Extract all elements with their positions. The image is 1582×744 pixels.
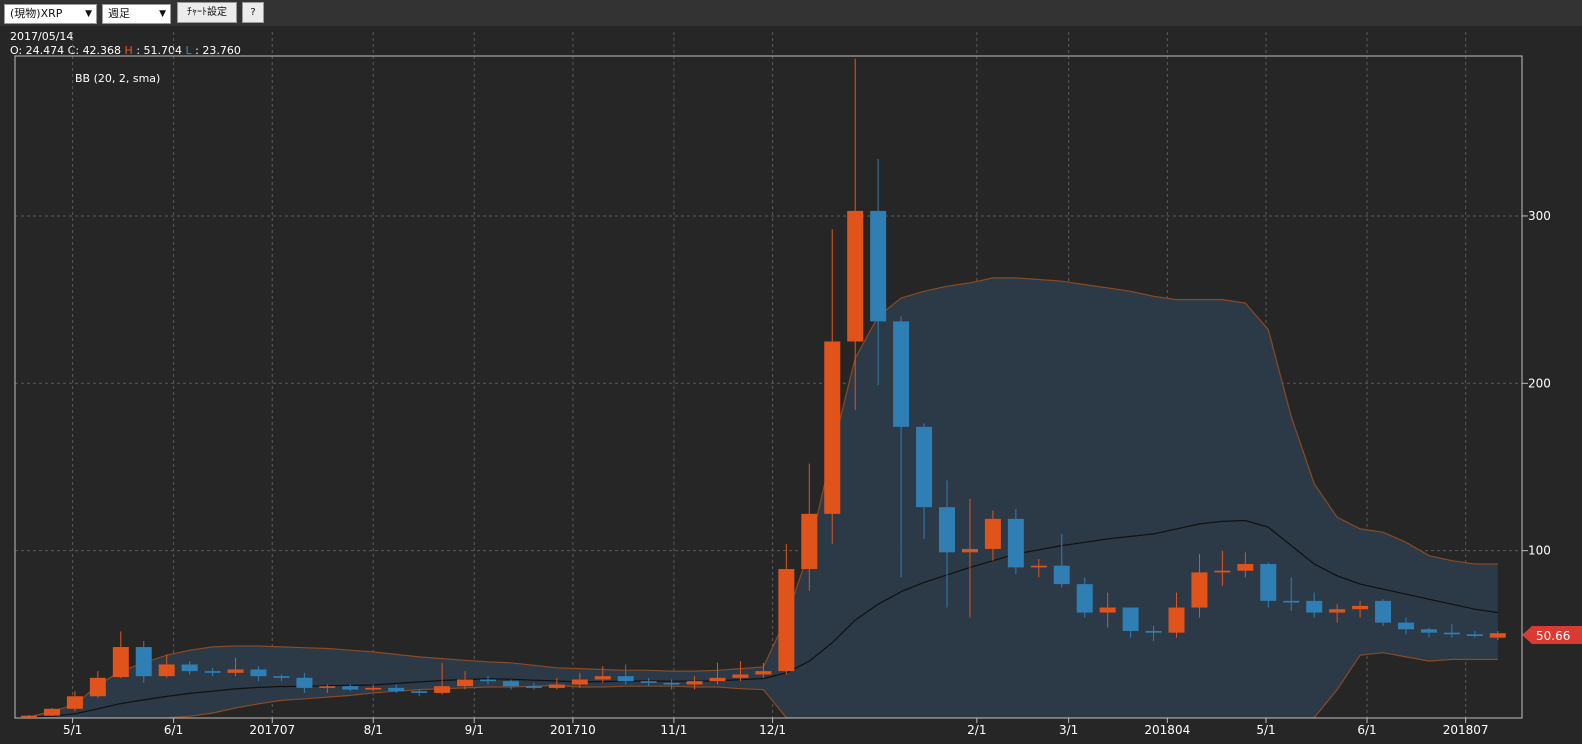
candle-body [1283,600,1300,603]
candle-body [847,210,864,342]
candle-body [640,681,657,683]
candle-body [502,681,519,687]
candle-body [870,210,887,322]
x-tick-label: 2/1 [967,723,986,737]
x-tick-label: 201807 [1443,723,1489,737]
x-tick-label: 3/1 [1059,723,1078,737]
x-tick-label: 201707 [249,723,295,737]
x-tick-label: 9/1 [465,723,484,737]
candle-body [411,691,428,693]
candle-body [181,664,198,672]
candle-body [594,676,611,680]
y-tick-label: 200 [1528,376,1551,390]
candle-body [250,669,267,677]
candle-body [1306,600,1323,613]
bollinger-bands [28,277,1498,719]
x-tick-label: 12/1 [759,723,786,737]
candle-body [135,647,152,677]
candle-body [893,321,910,427]
candle-body [1030,565,1047,568]
candle [112,631,129,679]
candle-body [158,664,175,677]
last-price-tag: 50.66 [1522,626,1582,644]
candle-body [1145,630,1162,633]
candle-body [916,426,933,508]
last-price-value: 50.66 [1536,629,1570,643]
candle [778,543,795,675]
candle-body [961,548,978,553]
candle-body [434,686,451,693]
candle-body [778,569,795,672]
candle-body [1214,570,1231,573]
candle-body [1007,518,1024,568]
candle-body [548,684,565,688]
x-tick-label: 8/1 [364,723,383,737]
candle-body [617,676,634,682]
candle-body [984,518,1001,549]
candle-body [66,696,83,709]
candle-body [21,715,37,718]
candle-body [388,687,405,692]
candle-body [1237,564,1254,571]
candle-body [273,676,290,678]
price-chart[interactable]: 100 200 300 5/1 6/1 201707 8/1 9/1 201710 11/1 12… [0,0,1582,744]
candle-body [112,647,129,677]
candle-body [525,686,542,688]
x-axis: 5/1 6/1 201707 8/1 9/1 201710 11/1 12/1 2/1 3/1 20… [63,718,1489,737]
candle-body [204,671,221,673]
candle-body [43,708,60,716]
indicator-label: BB (20, 2, sma) [75,72,160,85]
band-fill [29,277,1498,718]
candle-body [709,677,726,682]
candle-body [365,687,382,690]
candle-body [1352,605,1369,610]
candle-body [1329,609,1346,613]
candle-body [1466,634,1483,636]
candle-body [89,677,106,697]
candle [43,707,60,716]
x-tick-label: 201804 [1144,723,1190,737]
candle [89,671,106,698]
candle-body [1489,633,1506,638]
y-axis: 100 200 300 [1522,209,1551,558]
x-tick-label: 201710 [550,723,596,737]
candle [1375,599,1392,626]
candle [66,691,83,712]
candle-body [319,686,336,688]
candle-body [342,686,359,690]
x-tick-label: 11/1 [660,723,687,737]
candle-body [1053,565,1070,585]
candle [824,229,841,544]
candle-body [480,679,496,682]
candle [1260,562,1277,608]
y-tick-label: 300 [1528,209,1551,223]
candle-body [732,674,749,678]
candle-body [1260,564,1277,601]
candle-body [939,507,955,553]
candle-body [571,679,588,685]
candle-body [1099,607,1116,613]
candle-body [457,679,474,687]
candle-body [1122,607,1139,631]
candle-body [1191,572,1208,608]
candle-body [296,677,313,688]
x-tick-label: 6/1 [164,723,183,737]
candle-body [755,671,772,675]
candle-body [824,341,841,514]
candle-body [1168,607,1185,633]
candle-body [686,681,703,685]
x-tick-label: 6/1 [1357,723,1376,737]
candle-body [663,682,680,685]
candle-body [1076,584,1093,613]
candle-body [1420,629,1437,633]
candle-body [801,513,818,570]
x-tick-label: 5/1 [63,723,82,737]
x-tick-label: 5/1 [1256,723,1275,737]
y-tick-label: 100 [1528,544,1551,558]
candle-body [227,669,244,673]
candle-body [1375,600,1392,623]
candle-body [1398,622,1414,630]
candle-body [1443,632,1460,635]
